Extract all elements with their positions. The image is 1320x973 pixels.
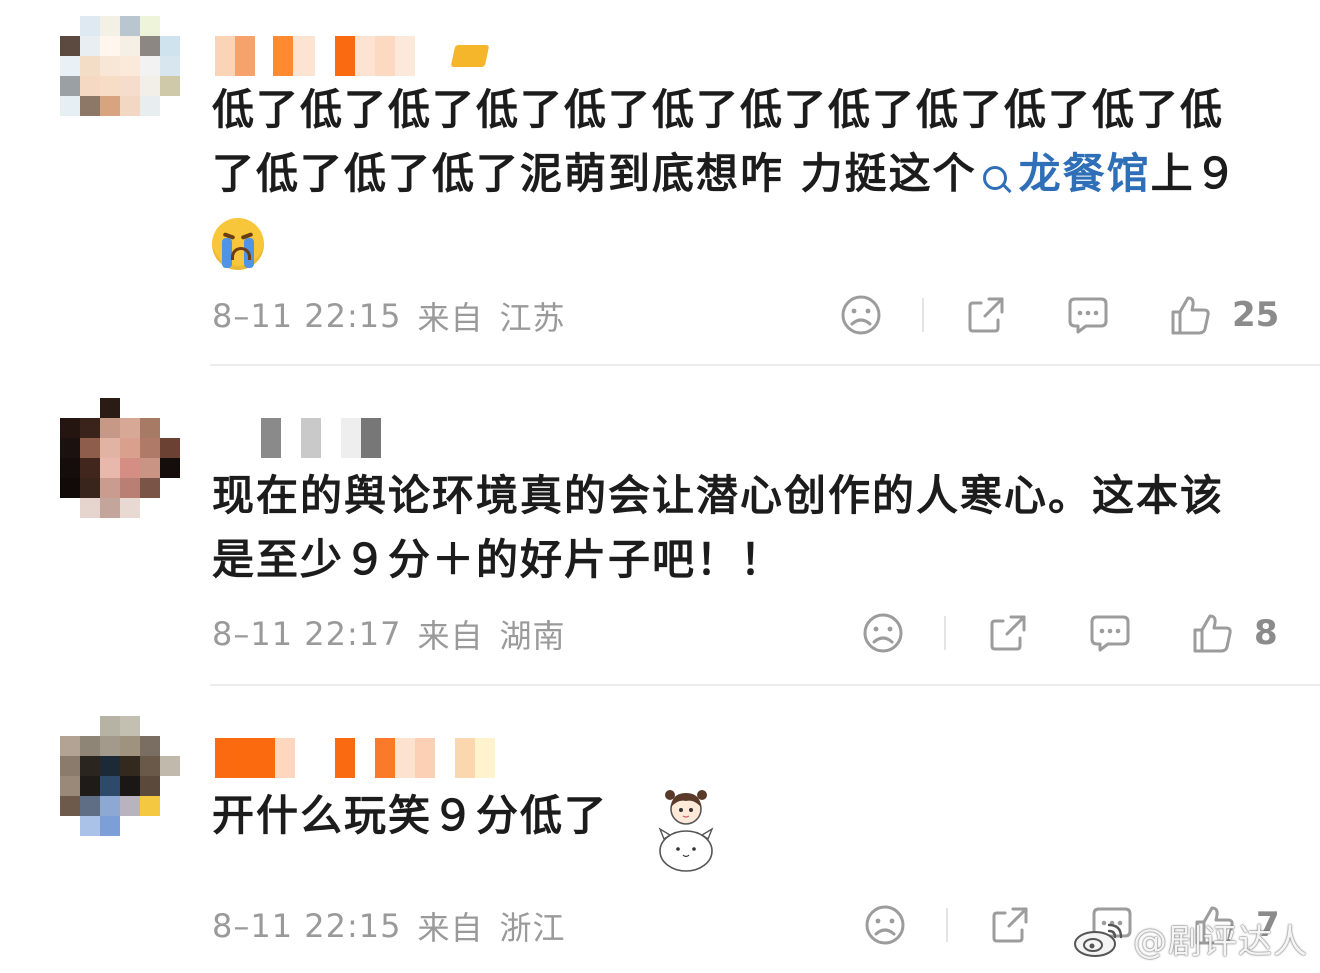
comment-location: 浙江 <box>499 909 566 947</box>
comment-bubble-icon <box>1090 615 1130 652</box>
comment-from-label: 来自 <box>417 909 484 947</box>
avatar[interactable] <box>60 16 180 136</box>
comment-actions: 25 <box>838 290 1279 340</box>
comment-text-line-2-part: 了低了低了低了泥萌到底想咋 力挺这个 <box>212 149 977 198</box>
reply-button[interactable] <box>1088 612 1132 654</box>
thumbs-up-icon <box>1193 614 1232 653</box>
comment-text-line-2: 了低了低了低了泥萌到底想咋 力挺这个 龙餐馆上９ <box>212 142 1252 206</box>
search-icon <box>982 166 1007 190</box>
share-icon <box>968 297 1004 333</box>
like-button[interactable]: 8 <box>1190 611 1278 655</box>
comment-meta: 8–11 22:15 来自 浙江 <box>212 901 566 951</box>
frown-face-icon <box>865 905 905 945</box>
search-topic-label: 龙餐馆 <box>1018 149 1151 198</box>
comment-bubble-icon <box>1068 297 1108 334</box>
share-button[interactable] <box>988 904 1032 946</box>
comment-location: 湖南 <box>499 617 566 655</box>
comment-divider <box>210 684 1320 686</box>
comment-divider <box>210 364 1320 366</box>
comment-date: 8–11 22:15 <box>212 297 402 335</box>
comment-actions: 8 <box>860 608 1278 658</box>
reply-button[interactable] <box>1066 294 1110 336</box>
comment-location: 江苏 <box>499 299 566 337</box>
weibo-watermark: @剧评达人 <box>1071 914 1308 963</box>
username-pixelated[interactable] <box>215 738 495 778</box>
emoji-row <box>212 206 1252 270</box>
avatar[interactable] <box>60 716 180 836</box>
username-pixelated[interactable] <box>215 36 490 76</box>
username-pixelated[interactable] <box>215 418 381 458</box>
comment-from-label: 来自 <box>417 617 484 655</box>
share-icon <box>992 907 1028 943</box>
dislike-button[interactable] <box>862 903 908 947</box>
frown-face-icon <box>863 613 903 653</box>
search-topic-link[interactable]: 龙餐馆 <box>977 149 1151 198</box>
actions-divider <box>946 908 948 942</box>
dislike-button[interactable] <box>838 293 884 337</box>
member-badge-icon <box>450 45 490 67</box>
share-button[interactable] <box>964 294 1008 336</box>
comment-text-line-1: 低了低了低了低了低了低了低了低了低了低了低了低 <box>212 85 1225 134</box>
share-icon <box>990 615 1026 651</box>
watermark-text: @剧评达人 <box>1133 922 1308 962</box>
share-button[interactable] <box>986 612 1030 654</box>
thumbs-up-icon <box>1171 296 1210 335</box>
weibo-logo <box>1074 923 1123 957</box>
like-count: 8 <box>1254 613 1278 653</box>
comment-from-label: 来自 <box>417 299 484 337</box>
comment-text-tail: 上９ <box>1150 149 1239 198</box>
like-button[interactable]: 25 <box>1168 293 1279 337</box>
girl-with-cat-sticker <box>658 790 714 872</box>
avatar[interactable] <box>60 398 180 518</box>
comment-text-line-1: 现在的舆论环境真的会让潜心创作的人寒心。这本该 <box>212 471 1225 520</box>
comment-text: 现在的舆论环境真的会让潜心创作的人寒心。这本该 是至少９分＋的好片子吧！！ <box>212 464 1252 592</box>
loudly-crying-face-emoji <box>212 217 264 270</box>
comment-text-line-2: 是至少９分＋的好片子吧！！ <box>212 535 785 584</box>
actions-divider <box>944 616 946 650</box>
actions-divider <box>922 298 924 332</box>
comment-date: 8–11 22:17 <box>212 615 402 653</box>
comment-meta: 8–11 22:17 来自 湖南 <box>212 609 566 659</box>
comment-text-line-1: 开什么玩笑９分低了 <box>212 791 609 840</box>
comment-date: 8–11 22:15 <box>212 907 402 945</box>
comment-text: 低了低了低了低了低了低了低了低了低了低了低了低 了低了低了低了泥萌到底想咋 力挺… <box>212 78 1252 270</box>
dislike-button[interactable] <box>860 611 906 655</box>
frown-face-icon <box>841 295 881 335</box>
comment-meta: 8–11 22:15 来自 江苏 <box>212 291 566 341</box>
like-count: 25 <box>1232 295 1280 335</box>
comment-text: 开什么玩笑９分低了 <box>212 784 1252 848</box>
